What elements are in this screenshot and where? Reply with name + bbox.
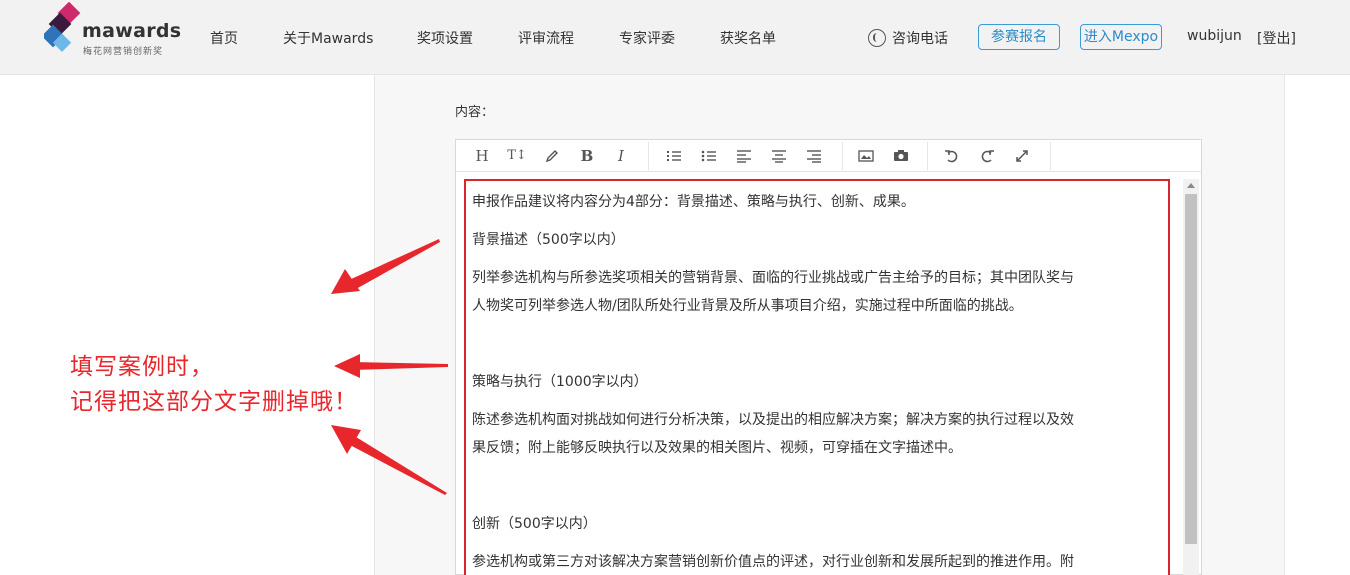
annotation-line-1: 填写案例时， bbox=[70, 354, 214, 380]
arrow-middle-icon bbox=[352, 362, 448, 370]
arrow-upper-icon bbox=[349, 239, 440, 289]
annotation-arrows bbox=[331, 239, 448, 495]
arrow-lower-icon bbox=[350, 437, 447, 495]
annotation-line-2: 记得把这部分文字删掉哦！ bbox=[70, 389, 358, 415]
arrow-middle-head-icon bbox=[334, 354, 360, 378]
